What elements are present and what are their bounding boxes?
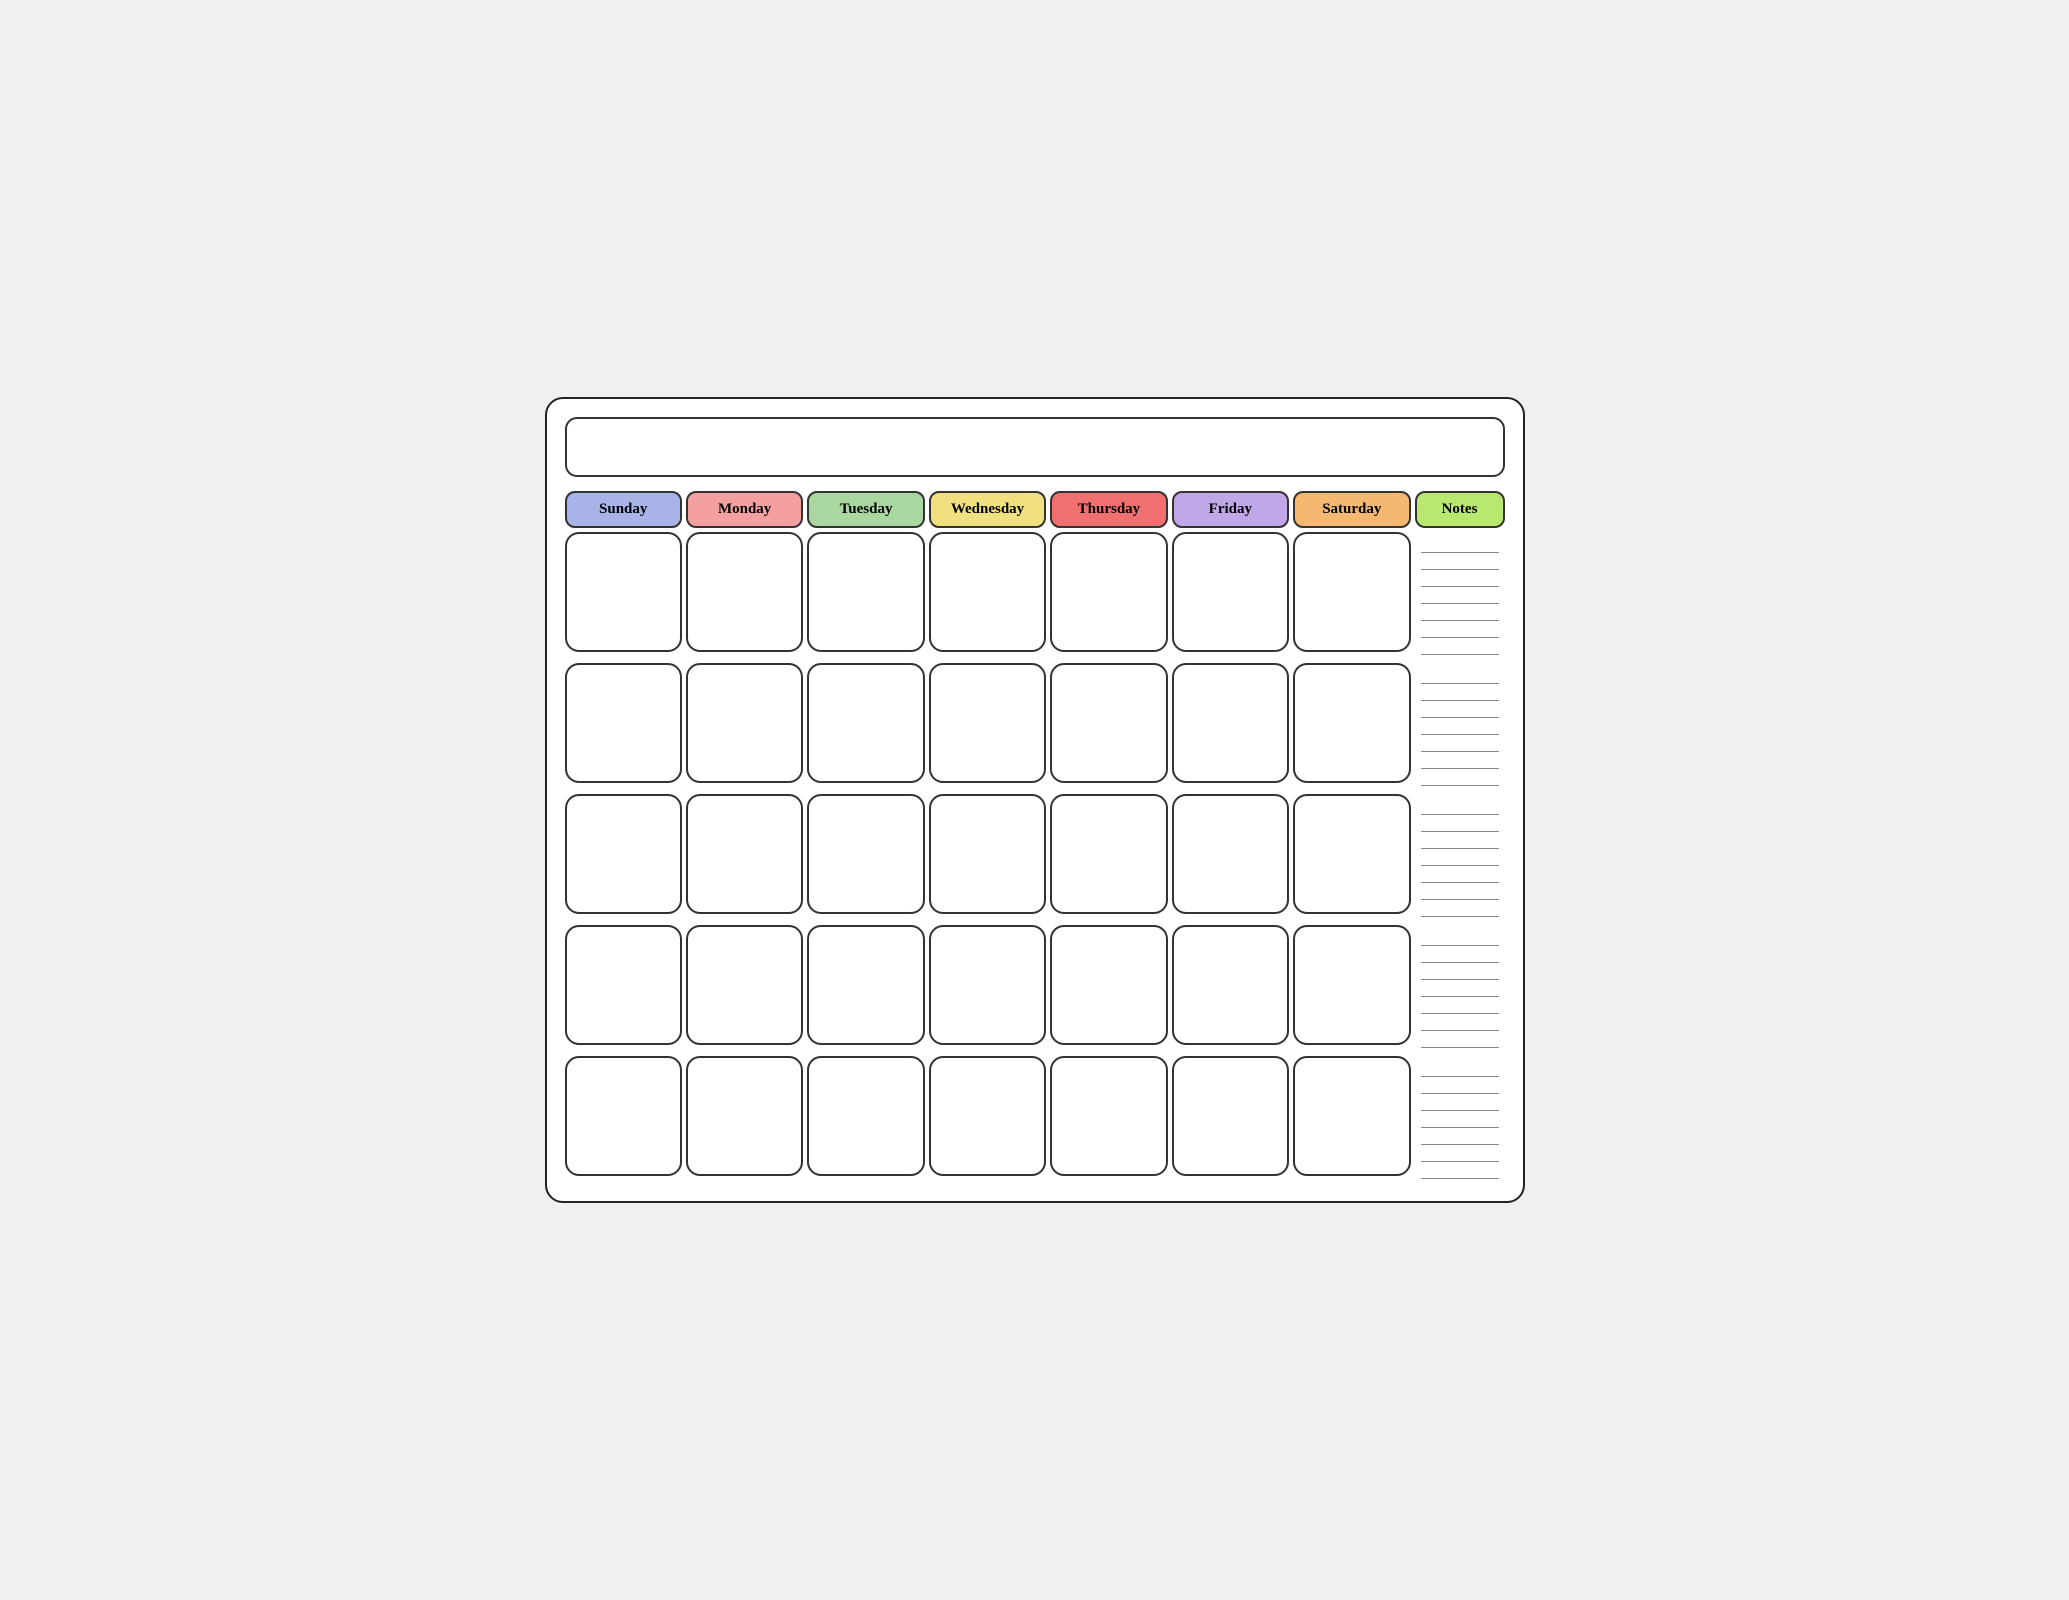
- header-monday: Monday: [686, 491, 803, 528]
- note-line[interactable]: [1421, 718, 1499, 735]
- week3-sunday[interactable]: [565, 794, 682, 914]
- note-line[interactable]: [1421, 638, 1499, 655]
- note-line[interactable]: [1421, 1014, 1499, 1031]
- notes-week5[interactable]: [1415, 1056, 1505, 1183]
- note-line[interactable]: [1421, 832, 1499, 849]
- note-line[interactable]: [1421, 946, 1499, 963]
- note-line[interactable]: [1421, 1031, 1499, 1048]
- week4-wednesday[interactable]: [929, 925, 1046, 1045]
- week5-friday[interactable]: [1172, 1056, 1289, 1176]
- week4-tuesday[interactable]: [807, 925, 924, 1045]
- header-sunday: Sunday: [565, 491, 682, 528]
- week5-monday[interactable]: [686, 1056, 803, 1176]
- header-thursday: Thursday: [1050, 491, 1167, 528]
- note-line[interactable]: [1421, 866, 1499, 883]
- week3-tuesday[interactable]: [807, 794, 924, 914]
- week2-saturday[interactable]: [1293, 663, 1410, 783]
- note-line[interactable]: [1421, 587, 1499, 604]
- week2-monday[interactable]: [686, 663, 803, 783]
- week1-monday[interactable]: [686, 532, 803, 652]
- header-notes: Notes: [1415, 491, 1505, 528]
- note-line[interactable]: [1421, 553, 1499, 570]
- note-line[interactable]: [1421, 883, 1499, 900]
- week2-thursday[interactable]: [1050, 663, 1167, 783]
- calendar-container: Sunday Monday Tuesday Wednesday Thursday…: [545, 397, 1525, 1203]
- week5-tuesday[interactable]: [807, 1056, 924, 1176]
- note-line[interactable]: [1421, 980, 1499, 997]
- notes-week3[interactable]: [1415, 794, 1505, 921]
- note-line[interactable]: [1421, 769, 1499, 786]
- week1-saturday[interactable]: [1293, 532, 1410, 652]
- note-line[interactable]: [1421, 604, 1499, 621]
- note-line[interactable]: [1421, 963, 1499, 980]
- week4-sunday[interactable]: [565, 925, 682, 1045]
- week5-saturday[interactable]: [1293, 1056, 1410, 1176]
- week5-wednesday[interactable]: [929, 1056, 1046, 1176]
- note-line[interactable]: [1421, 752, 1499, 769]
- week2-friday[interactable]: [1172, 663, 1289, 783]
- week4-monday[interactable]: [686, 925, 803, 1045]
- week4-saturday[interactable]: [1293, 925, 1410, 1045]
- header-saturday: Saturday: [1293, 491, 1410, 528]
- note-line[interactable]: [1421, 667, 1499, 684]
- week2-wednesday[interactable]: [929, 663, 1046, 783]
- note-line[interactable]: [1421, 735, 1499, 752]
- notes-week4[interactable]: [1415, 925, 1505, 1052]
- week4-friday[interactable]: [1172, 925, 1289, 1045]
- note-line[interactable]: [1421, 1162, 1499, 1179]
- note-line[interactable]: [1421, 1111, 1499, 1128]
- note-line[interactable]: [1421, 536, 1499, 553]
- week5-thursday[interactable]: [1050, 1056, 1167, 1176]
- week3-thursday[interactable]: [1050, 794, 1167, 914]
- week5-sunday[interactable]: [565, 1056, 682, 1176]
- week4-thursday[interactable]: [1050, 925, 1167, 1045]
- note-line[interactable]: [1421, 684, 1499, 701]
- week1-sunday[interactable]: [565, 532, 682, 652]
- week1-friday[interactable]: [1172, 532, 1289, 652]
- week3-monday[interactable]: [686, 794, 803, 914]
- week1-wednesday[interactable]: [929, 532, 1046, 652]
- note-line[interactable]: [1421, 621, 1499, 638]
- note-line[interactable]: [1421, 1094, 1499, 1111]
- week1-thursday[interactable]: [1050, 532, 1167, 652]
- week3-wednesday[interactable]: [929, 794, 1046, 914]
- week1-tuesday[interactable]: [807, 532, 924, 652]
- note-line[interactable]: [1421, 570, 1499, 587]
- week3-saturday[interactable]: [1293, 794, 1410, 914]
- notes-week2[interactable]: [1415, 663, 1505, 790]
- week2-tuesday[interactable]: [807, 663, 924, 783]
- note-line[interactable]: [1421, 798, 1499, 815]
- header-wednesday: Wednesday: [929, 491, 1046, 528]
- week2-sunday[interactable]: [565, 663, 682, 783]
- note-line[interactable]: [1421, 1060, 1499, 1077]
- title-bar[interactable]: [565, 417, 1505, 477]
- note-line[interactable]: [1421, 997, 1499, 1014]
- header-friday: Friday: [1172, 491, 1289, 528]
- note-line[interactable]: [1421, 849, 1499, 866]
- note-line[interactable]: [1421, 1077, 1499, 1094]
- header-tuesday: Tuesday: [807, 491, 924, 528]
- calendar-grid: Sunday Monday Tuesday Wednesday Thursday…: [565, 491, 1505, 1183]
- note-line[interactable]: [1421, 701, 1499, 718]
- note-line[interactable]: [1421, 900, 1499, 917]
- note-line[interactable]: [1421, 929, 1499, 946]
- note-line[interactable]: [1421, 1145, 1499, 1162]
- week3-friday[interactable]: [1172, 794, 1289, 914]
- note-line[interactable]: [1421, 1128, 1499, 1145]
- note-line[interactable]: [1421, 815, 1499, 832]
- notes-week1[interactable]: [1415, 532, 1505, 659]
